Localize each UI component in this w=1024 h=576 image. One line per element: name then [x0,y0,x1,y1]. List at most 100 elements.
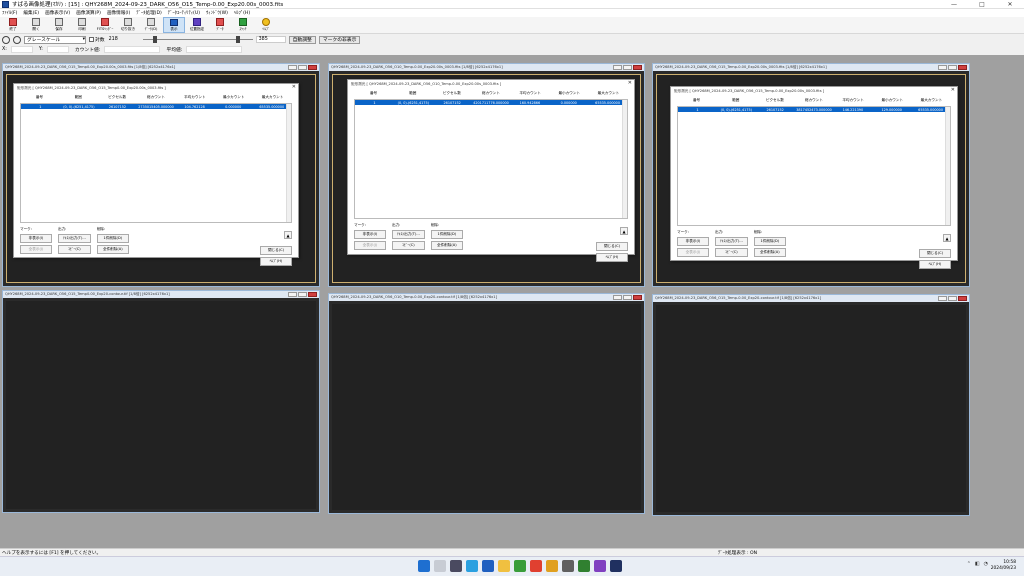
exit-button[interactable]: 終了 [2,17,24,33]
menu-edit[interactable]: 編集(E) [23,10,39,16]
task-view-icon[interactable] [450,560,462,572]
data-button[interactable]: ﾃﾞｰﾀ(D) [140,17,162,33]
maximize-icon[interactable] [948,65,957,70]
table-row[interactable]: 1 (0, 0)-(6251,4175) 26107152 3817452473.00… [678,107,950,112]
chevron-up-icon[interactable]: ⌃ [967,561,971,567]
close-icon[interactable] [958,296,967,301]
save-button[interactable]: 保存 [48,17,70,33]
delete-one-button[interactable]: 1件削除(D) [96,234,129,243]
up-arrow-icon[interactable]: ▲ [620,227,628,235]
fits-header-button[interactable]: FITSﾍｯﾀﾞｰ [94,17,116,33]
app-icon-3[interactable] [562,560,574,572]
app-icon-4[interactable] [578,560,590,572]
clock[interactable]: 10:58 2024/09/23 [991,560,1016,572]
maximize-icon[interactable] [298,65,307,70]
scrollbar[interactable] [286,104,291,222]
show-all-marker-button[interactable]: 全表示(J) [20,245,52,254]
high-value[interactable]: 385 [255,36,286,43]
close-icon[interactable] [958,65,967,70]
dialog-help-button[interactable]: ﾍﾙﾌﾟ(H) [596,253,628,262]
log-checkbox[interactable] [89,37,94,42]
contour-canvas[interactable] [6,301,316,509]
speaker-icon[interactable]: ◔ [984,561,988,567]
menu-view[interactable]: 画像表示(V) [45,10,70,16]
open-button[interactable]: 開く [25,17,47,33]
close-icon[interactable]: ✕ [628,80,632,86]
result-list[interactable]: 1 (0, 0)-(6251,4175) 26107152 2735015405.00… [20,103,292,223]
display-button[interactable]: 表示 [163,17,185,33]
minimize-icon[interactable] [613,65,622,70]
menu-help[interactable]: ﾍﾙﾌﾟ(H) [234,10,250,16]
maximize-icon[interactable] [623,295,632,300]
text-output-button[interactable]: ﾃｷｽﾄ出力(T)... [58,234,91,243]
maximize-icon[interactable] [298,292,307,297]
hide-marks-button[interactable]: マークの非表示 [318,35,361,44]
dialog-help-button[interactable]: ﾍﾙﾌﾟ(H) [919,260,951,269]
network-icon[interactable]: ◧ [975,561,980,567]
menu-calc[interactable]: 画像演算(P) [76,10,101,16]
close-icon[interactable]: ✕ [292,84,296,90]
menu-data[interactable]: ﾃﾞｰﾀ処理(D) [136,10,162,16]
contour-canvas[interactable] [656,305,966,512]
hide-marker-button[interactable]: 非表示(I) [677,237,709,246]
show-all-marker-button[interactable]: 全表示(J) [354,241,386,250]
chrome-icon[interactable] [530,560,542,572]
close-icon[interactable] [633,65,642,70]
show-all-marker-button[interactable]: 全表示(J) [677,248,709,257]
auto-adjust-button[interactable]: 自動調整 [288,35,316,44]
dialog-close-button[interactable]: 閉じる(C) [260,246,292,255]
delete-one-button[interactable]: 1件削除(D) [430,230,463,239]
minimize-icon[interactable] [288,65,297,70]
zoom-in-icon[interactable] [2,35,10,44]
result-list[interactable]: 1 (0, 0)-(6251,4175) 26107152 4201711776.00… [354,99,628,219]
data-plot-button[interactable]: ﾃﾞｰﾀ [209,17,231,33]
dialog-close-button[interactable]: 閉じる(C) [596,242,628,251]
app-icon-1[interactable] [514,560,526,572]
dialog-help-button[interactable]: ﾍﾙﾌﾟ(H) [260,257,292,266]
maximize-icon[interactable] [948,296,957,301]
delete-all-button[interactable]: 全件削除(A) [96,245,129,254]
app-icon-2[interactable] [546,560,558,572]
help-button[interactable]: ﾍﾙﾌﾟ [255,17,277,33]
menu-window[interactable]: ｳｨﾝﾄﾞｳ(W) [206,10,228,16]
result-list[interactable]: 1 (0, 0)-(6251,4175) 26107152 3817452473.00… [677,106,951,226]
position-button[interactable]: 位置指定 [186,17,208,33]
text-output-button[interactable]: ﾃｷｽﾄ出力(T)... [715,237,748,246]
colormap-select[interactable]: グレースケール ▾ [24,35,86,44]
table-row[interactable]: 1 (0, 0)-(6251,4175) 26107152 4201711776.00… [355,100,627,105]
maximize-icon[interactable] [623,65,632,70]
menu-file[interactable]: ﾌｧｲﾙ(F) [2,10,17,16]
search-icon[interactable] [434,560,446,572]
minimize-icon[interactable] [613,295,622,300]
up-arrow-icon[interactable]: ▲ [284,231,292,239]
high-thumb[interactable] [235,35,240,43]
range-slider[interactable] [142,35,253,44]
folder-icon[interactable] [498,560,510,572]
copy-button[interactable]: ｺﾋﾟｰ(C) [392,241,425,250]
close-icon[interactable] [308,292,317,297]
menu-utility[interactable]: ﾃﾞｰﾀﾕｰﾃｨﾘﾃｨ(U) [168,10,200,16]
close-icon[interactable]: ✕ [951,87,955,93]
print-button[interactable]: 印刷 [71,17,93,33]
sketch-button[interactable]: ｽｹｯﾁ [232,17,254,33]
maximize-button[interactable]: □ [968,0,996,9]
delete-all-button[interactable]: 全件削除(A) [430,241,463,250]
contour-window-2[interactable]: QHY268M_2024-09-23_DARK_O56_O10_Temp-0.0… [328,293,645,514]
contour-window-1[interactable]: QHY268M_2024-09-23_DARK_O56_O15_Temp0.00… [2,290,320,513]
hide-marker-button[interactable]: 非表示(I) [20,234,52,243]
app-icon-5[interactable] [594,560,606,572]
minimize-icon[interactable] [938,296,947,301]
menu-info[interactable]: 画像情報(I) [107,10,130,16]
contour-canvas[interactable] [332,304,641,510]
minimize-button[interactable]: — [940,0,968,9]
minimize-icon[interactable] [288,292,297,297]
close-icon[interactable] [308,65,317,70]
store-icon[interactable] [482,560,494,572]
windows-start-icon[interactable] [418,560,430,572]
edge-icon[interactable] [466,560,478,572]
table-row[interactable]: 1 (0, 0)-(6251,4175) 26107152 2735015405.00… [21,104,291,109]
hide-marker-button[interactable]: 非表示(I) [354,230,386,239]
copy-button[interactable]: ｺﾋﾟｰ(C) [58,245,91,254]
subaru-app-icon[interactable] [610,560,622,572]
close-button[interactable]: ✕ [996,0,1024,9]
